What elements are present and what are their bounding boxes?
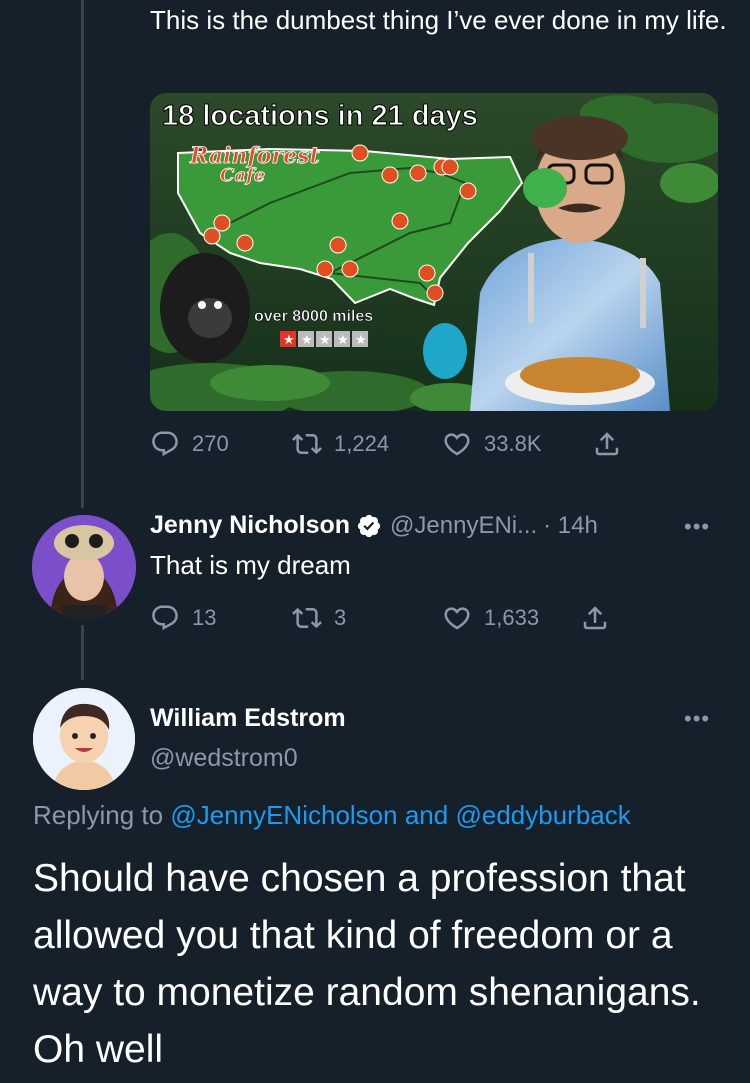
tweet-media-image[interactable]: Rainforest Cafe 18 locations in 21 days … <box>150 93 718 411</box>
retweet-icon <box>292 607 322 629</box>
reply-icon <box>152 605 178 631</box>
replying-and: and <box>404 800 449 830</box>
reply-button[interactable]: 270 <box>150 429 229 459</box>
svg-text:★: ★ <box>283 333 295 348</box>
like-count: 33.8K <box>484 431 542 456</box>
reply1-more-button[interactable]: ••• <box>684 514 710 540</box>
media-headline: 18 locations in 21 days <box>162 100 478 132</box>
svg-text:★: ★ <box>337 333 349 348</box>
main-name[interactable]: William Edstrom <box>150 704 346 733</box>
reply1-retweet-button[interactable]: 3 <box>292 603 346 633</box>
reply1-like-count: 1,633 <box>484 605 540 630</box>
share-button[interactable] <box>592 429 622 459</box>
avatar-william[interactable] <box>33 688 135 790</box>
svg-text:★: ★ <box>301 333 313 348</box>
rating-stars: ★ ★ ★ ★ ★ <box>280 331 368 348</box>
retweet-icon <box>292 433 322 455</box>
retweet-button[interactable]: 1,224 <box>292 429 389 459</box>
media-caption: over 8000 miles <box>254 308 373 325</box>
replying-to: Replying to @JennyENicholson and @eddybu… <box>33 800 631 831</box>
avatar-jenny[interactable] <box>32 515 136 619</box>
reply1-like-button[interactable]: 1,633 <box>442 603 539 633</box>
avatar-jenny-image <box>32 515 136 619</box>
reply1-handle[interactable]: @JennyENi... <box>390 512 537 540</box>
like-icon <box>444 433 470 456</box>
reply-count: 270 <box>192 431 229 456</box>
main-more-button[interactable]: ••• <box>684 706 710 732</box>
avatar-william-image <box>33 688 135 790</box>
replying-prefix: Replying to <box>33 800 164 830</box>
reply1-time[interactable]: · 14h <box>543 512 598 540</box>
verified-badge-icon <box>357 514 381 537</box>
like-button[interactable]: 33.8K <box>442 429 542 459</box>
share-icon <box>583 606 607 630</box>
reply1-retweet-count: 3 <box>334 605 347 630</box>
replying-user-jenny[interactable]: @JennyENicholson <box>170 800 397 830</box>
like-icon <box>444 607 470 630</box>
reply1-actions: 13 3 1,633 <box>150 602 670 634</box>
reply1-text: That is my dream <box>150 550 351 580</box>
svg-text:★: ★ <box>355 333 367 348</box>
reply1-share-button[interactable] <box>580 603 610 633</box>
reply1-reply-count: 13 <box>192 605 217 630</box>
reply1-header: Jenny Nicholson @JennyENi... · 14h <box>150 511 598 540</box>
svg-text:★: ★ <box>319 333 331 348</box>
reply1-name[interactable]: Jenny Nicholson <box>150 511 350 540</box>
reply1-reply-button[interactable]: 13 <box>150 603 216 633</box>
share-icon <box>595 432 619 456</box>
logo-line2: Cafe <box>220 165 265 186</box>
retweet-count: 1,224 <box>334 431 390 456</box>
main-handle[interactable]: @wedstrom0 <box>150 744 298 773</box>
replying-user-eddy[interactable]: @eddyburback <box>455 800 630 830</box>
main-header: William Edstrom <box>150 704 346 733</box>
thread-line-top <box>81 0 84 508</box>
tweet-text: This is the dumbest thing I’ve ever done… <box>150 5 727 35</box>
tweet-actions: 270 1,224 33.8K <box>150 428 670 460</box>
thread-line-bottom <box>81 625 84 680</box>
reply-icon <box>152 431 178 457</box>
main-tweet-text: Should have chosen a profession that all… <box>33 857 701 1071</box>
